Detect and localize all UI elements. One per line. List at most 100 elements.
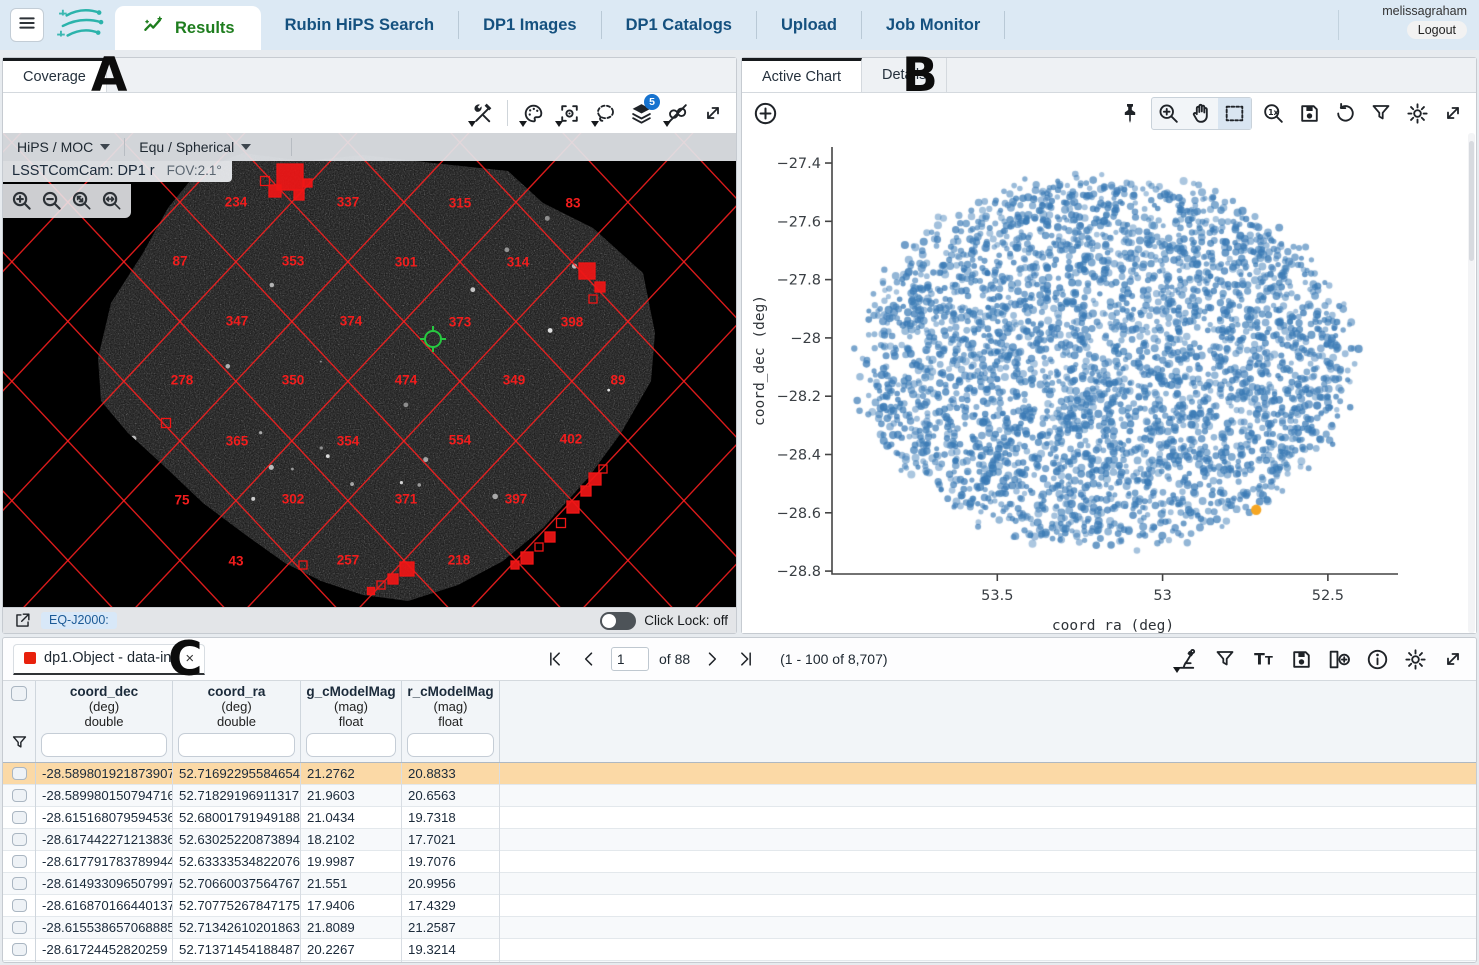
chart-scrollbar[interactable] [1468,133,1475,633]
nav-tab-job-monitor[interactable]: Job Monitor [862,11,1005,39]
expand-viewer-button[interactable] [11,610,33,632]
hips-moc-dropdown[interactable]: HiPS / MOC [3,139,124,155]
table-row[interactable]: -28.61553865706888552.7134261020186321.8… [3,917,1476,939]
filter-input-coord_dec[interactable] [41,733,167,757]
add-column-icon[interactable] [1324,644,1354,674]
tab-coverage[interactable]: Coverage [3,58,107,92]
nav-tab-rubin-hips-search[interactable]: Rubin HiPS Search [261,11,459,39]
filter-input-coord_ra[interactable] [178,733,295,757]
table-row[interactable]: -28.61516807959453652.6800179194918821.0… [3,807,1476,829]
moc-tile-label: 371 [395,492,418,507]
rotate-left-icon[interactable] [1330,98,1360,128]
close-icon[interactable]: × [185,650,194,667]
nav-tab-dp1-catalogs[interactable]: DP1 Catalogs [602,11,757,39]
row-checkbox[interactable] [12,789,27,802]
svg-text:T: T [1254,650,1265,668]
mzoom-out-icon[interactable] [37,187,65,213]
projection-label: Equ / Spherical [139,139,234,155]
scatter-chart[interactable]: −27.4−27.6−27.8−28−28.2−28.4−28.6−28.853… [742,133,1476,633]
table-row[interactable]: -28.6172445282025952.7137145418848720.22… [3,939,1476,961]
cell-r_cModelMag: 19.3214 [402,939,500,961]
first-page-button[interactable] [543,647,567,671]
svg-text:−27.8: −27.8 [777,273,821,289]
pan-icon[interactable] [1185,98,1218,129]
filter-icon[interactable] [1366,98,1396,128]
palette-icon[interactable] [518,98,548,128]
hamburger-menu-button[interactable] [10,8,44,42]
table-row[interactable]: -28.61493309650799752.7066003756476721.5… [3,873,1476,895]
filter-icon[interactable] [1210,644,1240,674]
expand-icon[interactable] [1438,644,1468,674]
analyze-icon[interactable] [1172,644,1202,674]
lasso-icon[interactable] [590,98,620,128]
row-checkbox[interactable] [12,877,27,890]
row-checkbox[interactable] [12,943,27,956]
tab-details[interactable]: Details [862,58,947,92]
table-row[interactable]: -28.61744227121383652.63025220873894518.… [3,829,1476,851]
save-icon[interactable] [1294,98,1324,128]
expand-icon[interactable] [1438,98,1468,128]
row-checkbox[interactable] [12,833,27,846]
tab-active-chart[interactable]: Active Chart [742,58,862,92]
tools-icon[interactable] [467,98,497,128]
nav-tab-upload[interactable]: Upload [757,11,862,39]
select-all-checkbox[interactable] [11,686,27,701]
settings-icon[interactable] [1400,644,1430,674]
top-nav: ResultsRubin HiPS SearchDP1 ImagesDP1 Ca… [0,0,1479,50]
moc-tile-label: 397 [505,492,528,507]
hips-survey-label: LSSTComCam: DP1 r [12,163,155,179]
table-row[interactable]: -28.61779178378994452.6333353482207619.9… [3,851,1476,873]
row-checkbox[interactable] [12,855,27,868]
cell-g_cModelMag: 19.9987 [301,851,402,873]
save-icon[interactable] [1286,644,1316,674]
column-header-g_cModelMag[interactable]: g_cModelMag (mag) float [301,681,402,762]
text-view-icon[interactable]: TT [1248,644,1278,674]
settings-icon[interactable] [1402,98,1432,128]
info-icon[interactable] [1362,644,1392,674]
last-page-button[interactable] [734,647,758,671]
click-lock-toggle[interactable] [600,612,636,630]
column-header-coord_ra[interactable]: coord_ra (deg) double [173,681,301,762]
nav-tab-dp1-images[interactable]: DP1 Images [459,11,602,39]
add-chart-icon[interactable] [750,98,780,128]
next-page-button[interactable] [700,647,724,671]
overlay-off-icon[interactable] [662,98,692,128]
logout-button[interactable]: Logout [1407,21,1467,39]
table-row[interactable]: -28.61687016644013752.70775267847175617.… [3,895,1476,917]
mzoom-in-icon[interactable] [7,187,35,213]
prev-page-button[interactable] [577,647,601,671]
map-zoom-controls [3,184,131,218]
projection-dropdown[interactable]: Equ / Spherical [125,139,265,155]
sky-map-viewer[interactable]: 2343373158387353301314347374373398278350… [3,133,736,607]
restore-zoom-icon[interactable]: 1x [1258,98,1288,128]
moc-highlight-tile [599,465,607,473]
table-row[interactable]: -28.58980192187390752.7169229558465421.2… [3,763,1476,785]
nav-tab-results[interactable]: Results [115,6,261,50]
row-checkbox[interactable] [12,921,27,934]
dropdown-arrow-icon [519,121,527,127]
select-icon[interactable] [1218,98,1251,129]
expand-icon[interactable] [698,98,728,128]
table-tab[interactable]: dp1.Object - data-int × [13,644,205,675]
filter-input-r_cModelMag[interactable] [407,733,494,757]
table-row[interactable]: -28.58998015079471652.7182919691131721.9… [3,785,1476,807]
cell-g_cModelMag: 17.9406 [301,895,402,917]
mzoom-fill-icon[interactable] [97,187,125,213]
page-number-input[interactable] [611,647,649,671]
mzoom-fit-icon[interactable] [67,187,95,213]
layers-icon[interactable]: 5 [626,98,656,128]
table-row[interactable] [3,961,1476,963]
column-name: r_cModelMag [402,684,499,699]
zoom-in-icon[interactable] [1152,98,1185,129]
column-header-r_cModelMag[interactable]: r_cModelMag (mag) float [402,681,500,762]
chevron-down-icon [241,144,251,150]
row-checkbox[interactable] [12,767,27,780]
column-name: coord_dec [36,684,172,699]
recenter-icon[interactable] [554,98,584,128]
row-checkbox[interactable] [12,899,27,912]
row-checkbox[interactable] [12,811,27,824]
filter-input-g_cModelMag[interactable] [306,733,396,757]
dropdown-arrow-icon [591,121,599,127]
pin-icon[interactable] [1115,98,1145,128]
column-header-coord_dec[interactable]: coord_dec (deg) double [36,681,173,762]
